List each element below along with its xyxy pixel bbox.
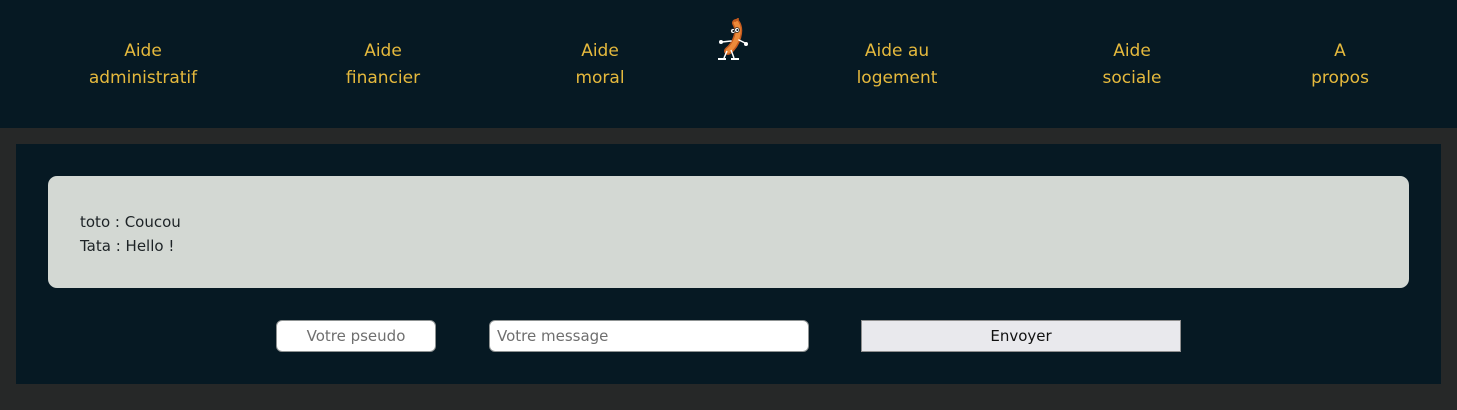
nav-item-label-line2: logement bbox=[856, 68, 938, 88]
top-navigation: Aide administratif Aide financier Aide m… bbox=[0, 0, 1457, 128]
chat-panel: toto : Coucou Tata : Hello ! Envoyer bbox=[16, 144, 1441, 384]
nav-item-aide-moral[interactable]: Aide moral bbox=[575, 38, 624, 92]
nav-item-aide-sociale[interactable]: Aide sociale bbox=[1103, 38, 1162, 92]
chat-message-list: toto : Coucou Tata : Hello ! bbox=[80, 210, 181, 258]
pseudo-input[interactable] bbox=[276, 320, 436, 352]
nav-item-label-line1: Aide bbox=[1113, 41, 1151, 61]
nav-item-label-line1: Aide bbox=[364, 41, 402, 61]
nav-item-label-line1: Aide bbox=[581, 41, 619, 61]
chat-messages-box: toto : Coucou Tata : Hello ! bbox=[48, 176, 1409, 288]
nav-item-label-line2: propos bbox=[1311, 68, 1369, 88]
chat-message: Tata : Hello ! bbox=[80, 237, 175, 255]
nav-item-label-line2: sociale bbox=[1102, 68, 1162, 88]
nav-item-label-line2: moral bbox=[575, 68, 625, 88]
send-button[interactable]: Envoyer bbox=[861, 320, 1181, 352]
nav-item-aide-financier[interactable]: Aide financier bbox=[346, 38, 420, 92]
nav-item-label-line1: Aide au bbox=[864, 41, 930, 61]
logo-svg bbox=[718, 18, 748, 60]
nav-item-aide-au-logement[interactable]: Aide au logement bbox=[857, 38, 938, 92]
nav-item-a-propos[interactable]: A propos bbox=[1311, 38, 1369, 92]
nav-item-label-line2: administratif bbox=[88, 68, 198, 88]
nav-item-label-line1: Aide bbox=[124, 41, 162, 61]
message-input[interactable] bbox=[489, 320, 809, 352]
chat-message: toto : Coucou bbox=[80, 213, 181, 231]
nav-item-aide-administratif[interactable]: Aide administratif bbox=[89, 38, 197, 92]
nav-item-label-line1: A bbox=[1334, 41, 1346, 61]
nav-item-label-line2: financier bbox=[345, 68, 421, 88]
sausage-mascot-icon[interactable] bbox=[712, 18, 750, 64]
